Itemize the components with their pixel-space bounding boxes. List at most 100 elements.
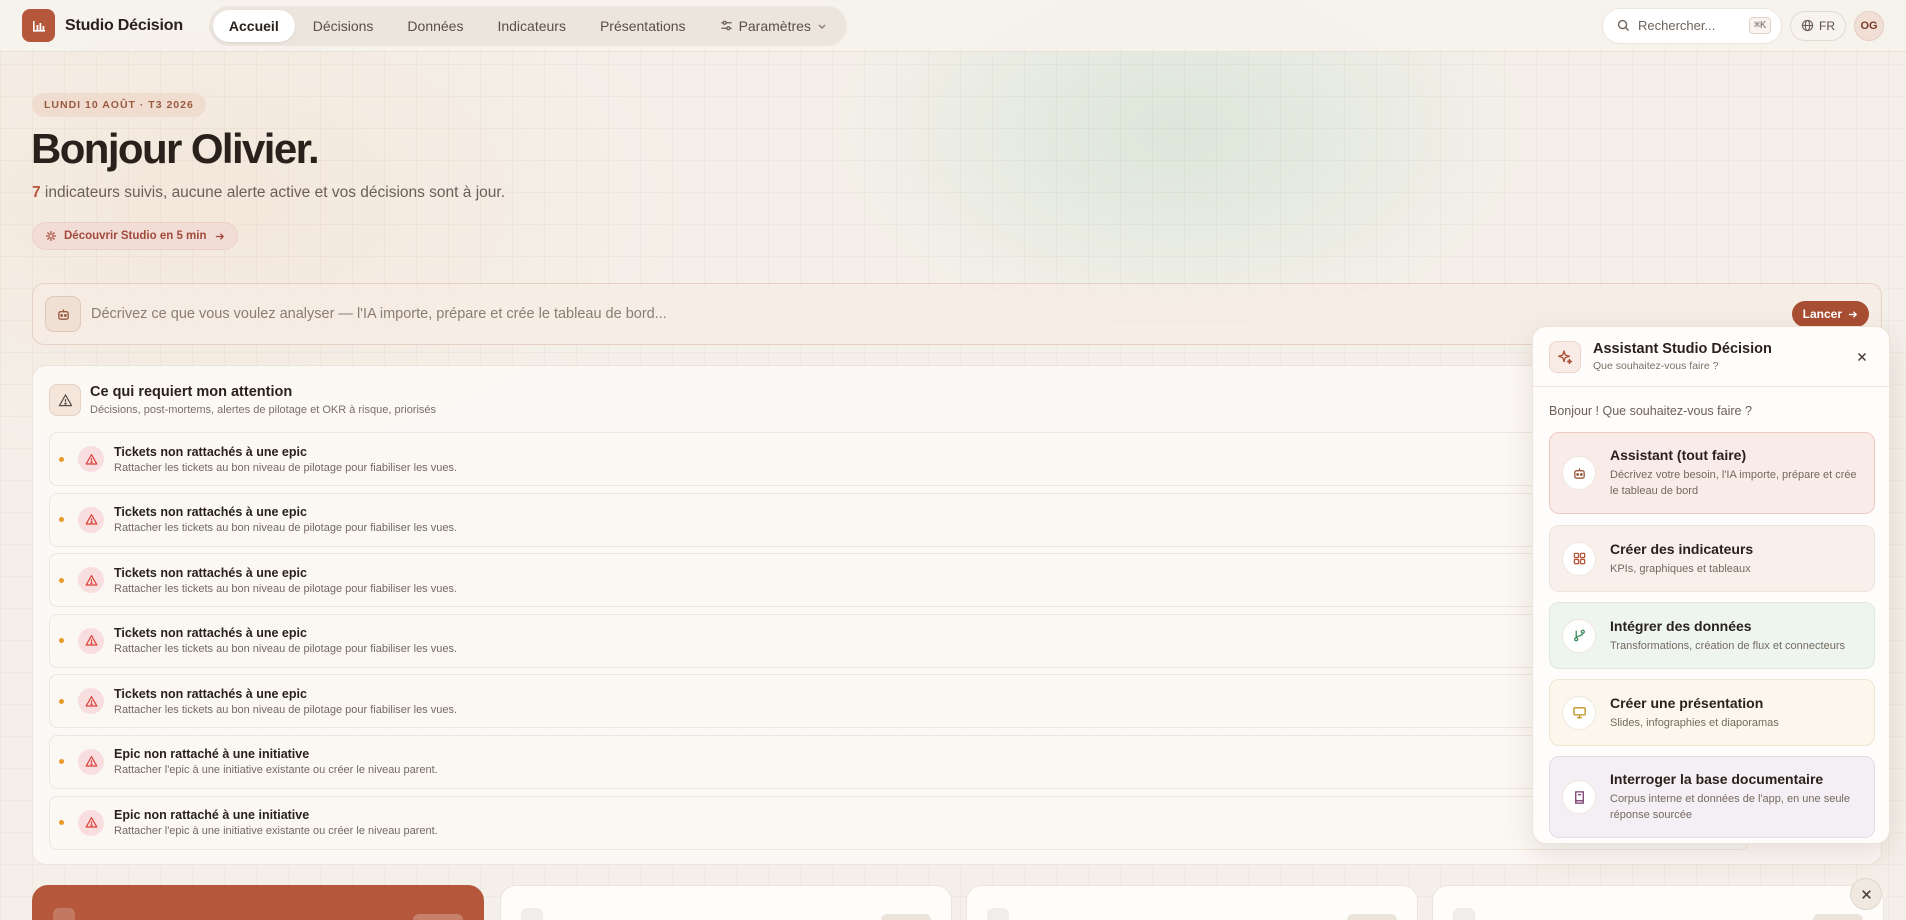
nav-presentations[interactable]: Présentations	[584, 10, 702, 42]
nav-indicateurs[interactable]: Indicateurs	[481, 10, 581, 42]
priority-dot	[59, 759, 64, 765]
shortcut-card[interactable]	[32, 885, 484, 920]
alert-triangle-icon	[78, 627, 104, 654]
option-desc: KPIs, graphiques et tableaux	[1610, 562, 1751, 575]
attention-subtitle: Décisions, post-mortems, alertes de pilo…	[90, 404, 437, 416]
list-item[interactable]: Epic non rattaché à une initiative Rattac…	[49, 734, 1749, 789]
presentation-icon	[1562, 695, 1596, 730]
warning-triangle-icon	[49, 384, 81, 416]
sliders-icon	[720, 20, 732, 31]
attention-header: Ce qui requiert mon attention Décisions,…	[49, 384, 436, 416]
language-switch[interactable]: FR	[1790, 10, 1846, 41]
option-presentation[interactable]: Créer une présentation Slides, infographi…	[1549, 679, 1875, 746]
priority-dot	[59, 638, 64, 644]
option-title: Interroger la base documentaire	[1610, 771, 1824, 787]
option-base-documentaire[interactable]: Interroger la base documentaire Corpus in…	[1549, 756, 1875, 838]
option-desc: Corpus interne et données de l'app, en u…	[1610, 793, 1850, 821]
assistant-subtitle: Que souhaitez-vous faire ?	[1593, 360, 1719, 372]
top-bar: Studio Décision Accueil Décisions Donnée…	[0, 0, 1906, 52]
arrow-right-icon	[1848, 310, 1858, 318]
option-assistant[interactable]: Assistant (tout faire) Décrivez votre bes…	[1549, 432, 1875, 514]
app-logo[interactable]	[22, 9, 55, 42]
close-assistant-fab[interactable]	[1850, 878, 1882, 910]
book-icon	[1562, 780, 1596, 814]
nav-label: Indicateurs	[497, 17, 566, 34]
option-desc: Décrivez votre besoin, l'IA importe, pré…	[1610, 469, 1857, 497]
priority-dot	[59, 820, 64, 826]
nav-decisions[interactable]: Décisions	[297, 10, 390, 42]
priority-dot	[59, 456, 64, 462]
item-desc: Rattacher les tickets au bon niveau de p…	[114, 522, 458, 535]
option-desc: Transformations, création de flux et con…	[1610, 639, 1845, 652]
item-desc: Rattacher l'epic à une initiative exista…	[114, 825, 438, 838]
item-title: Tickets non rattachés à une epic	[114, 686, 307, 701]
list-item[interactable]: Tickets non rattachés à une epic Rattache…	[49, 613, 1749, 668]
shortcut-card[interactable]	[966, 885, 1418, 920]
nav-accueil[interactable]: Accueil	[212, 9, 295, 42]
bar-chart-icon	[32, 20, 45, 32]
card-icon	[987, 908, 1009, 920]
item-desc: Rattacher les tickets au bon niveau de p…	[114, 461, 458, 474]
item-title: Epic non rattaché à une initiative	[114, 747, 310, 762]
item-desc: Rattacher les tickets au bon niveau de p…	[114, 703, 458, 716]
summary-rest: indicateurs suivis, aucune alerte active…	[40, 184, 506, 201]
search-input[interactable]: Rechercher... ⌘K	[1602, 7, 1782, 44]
nav-label: Données	[407, 17, 464, 34]
alert-triangle-icon	[78, 506, 104, 533]
date-chip: LUNDI 10 AOÛT · T3 2026	[32, 93, 206, 117]
discover-button[interactable]: Découvrir Studio en 5 min	[32, 222, 238, 250]
launch-button[interactable]: Lancer	[1791, 301, 1869, 327]
nav-label: Paramètres	[738, 17, 811, 34]
alert-triangle-icon	[78, 809, 104, 836]
item-title: Tickets non rattachés à une epic	[114, 505, 307, 520]
close-panel-button[interactable]	[1851, 346, 1873, 368]
item-title: Tickets non rattachés à une epic	[114, 565, 307, 580]
user-avatar[interactable]: OG	[1854, 10, 1884, 41]
shortcut-card[interactable]	[1432, 885, 1884, 920]
card-icon	[1453, 908, 1475, 920]
card-badge	[1347, 914, 1397, 920]
card-badge	[1813, 914, 1863, 920]
option-donnees[interactable]: Intégrer des données Transformations, cré…	[1549, 602, 1875, 669]
assistant-title: Assistant Studio Décision	[1593, 341, 1772, 357]
alert-triangle-icon	[78, 567, 104, 594]
priority-dot	[59, 517, 64, 523]
item-title: Tickets non rattachés à une epic	[114, 444, 307, 459]
nav-label: Décisions	[312, 17, 374, 34]
arrow-right-icon	[215, 232, 224, 240]
search-shortcut: ⌘K	[1748, 17, 1771, 34]
chevron-down-icon	[818, 24, 826, 29]
app-name: Studio Décision	[65, 16, 183, 34]
assistant-header: Assistant Studio Décision Que souhaitez-…	[1533, 327, 1889, 387]
search-placeholder: Rechercher...	[1638, 18, 1716, 33]
list-item[interactable]: Tickets non rattachés à une epic Rattache…	[49, 492, 1749, 547]
shortcut-card[interactable]	[500, 885, 952, 920]
close-icon	[1857, 352, 1867, 361]
alert-triangle-icon	[78, 446, 104, 472]
nav-parametres[interactable]: Paramètres	[704, 10, 843, 42]
sparkles-icon	[1549, 340, 1581, 373]
header-actions: Rechercher... ⌘K FR OG	[1602, 7, 1884, 44]
list-item[interactable]: Epic non rattaché à une initiative Rattac…	[49, 795, 1749, 850]
assistant-panel: Assistant Studio Décision Que souhaitez-…	[1532, 326, 1890, 844]
list-item[interactable]: Tickets non rattachés à une epic Rattache…	[49, 674, 1749, 729]
summary-text: 7 indicateurs suivis, aucune alerte acti…	[32, 184, 505, 202]
list-item[interactable]: Tickets non rattachés à une epic Rattache…	[49, 553, 1749, 608]
prompt-input[interactable]: Décrivez ce que vous voulez analyser — l…	[91, 306, 1792, 322]
bot-icon	[1562, 456, 1596, 490]
option-indicateurs[interactable]: Créer des indicateurs KPIs, graphiques et…	[1549, 525, 1875, 592]
item-title: Tickets non rattachés à une epic	[114, 626, 307, 641]
git-branch-icon	[1562, 618, 1596, 653]
nav-donnees[interactable]: Données	[391, 10, 479, 42]
attention-title: Ce qui requiert mon attention	[90, 384, 293, 400]
item-desc: Rattacher les tickets au bon niveau de p…	[114, 582, 458, 595]
grid-icon	[1562, 541, 1596, 576]
item-title: Epic non rattaché à une initiative	[114, 808, 310, 823]
priority-dot	[59, 698, 64, 704]
nav-label: Présentations	[599, 17, 686, 34]
option-desc: Slides, infographies et diaporamas	[1610, 716, 1779, 729]
option-title: Intégrer des données	[1610, 617, 1752, 634]
card-icon	[53, 908, 75, 920]
list-item[interactable]: Tickets non rattachés à une epic Rattache…	[49, 432, 1749, 486]
sparkle-icon	[45, 230, 57, 242]
